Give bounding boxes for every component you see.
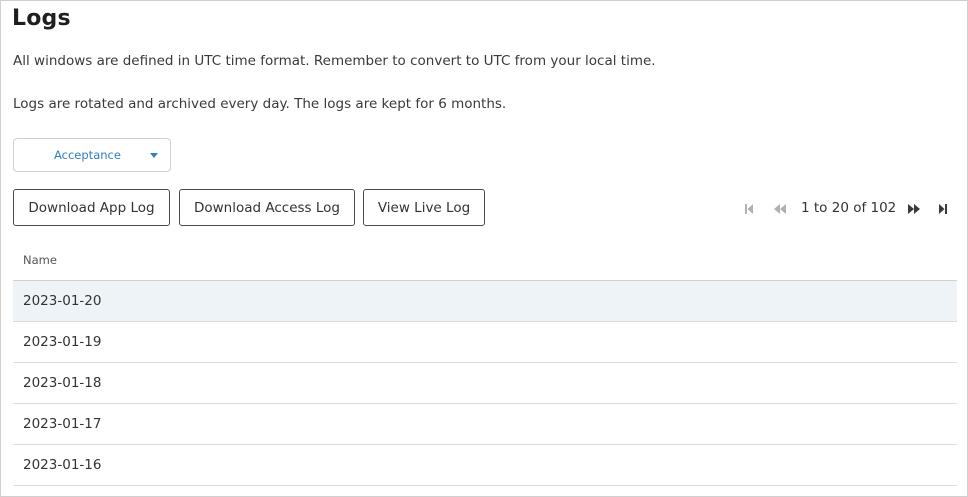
previous-page-icon[interactable]	[773, 201, 787, 217]
table-header: Name	[13, 240, 957, 281]
next-page-icon[interactable]	[907, 201, 921, 217]
environment-select-value: Acceptance	[54, 148, 121, 162]
table-cell-name: 2023-01-18	[23, 375, 102, 391]
logs-panel: Logs All windows are defined in UTC time…	[0, 0, 968, 497]
download-app-log-button[interactable]: Download App Log	[13, 189, 170, 226]
last-page-icon[interactable]	[938, 201, 948, 217]
table-row[interactable]: 2023-01-20	[13, 281, 957, 322]
table-cell-name: 2023-01-19	[23, 334, 102, 350]
first-page-icon[interactable]	[744, 201, 754, 217]
column-header-name[interactable]: Name	[23, 253, 57, 267]
download-access-log-button[interactable]: Download Access Log	[179, 189, 355, 226]
logs-table: Name 2023-01-20 2023-01-19 2023-01-18 20…	[13, 240, 957, 486]
table-cell-name: 2023-01-16	[23, 457, 102, 473]
table-cell-name: 2023-01-17	[23, 416, 102, 432]
view-live-log-button[interactable]: View Live Log	[363, 189, 485, 226]
rotation-info-text: Logs are rotated and archived every day.…	[13, 96, 507, 112]
utc-info-text: All windows are defined in UTC time form…	[13, 53, 656, 69]
table-row[interactable]: 2023-01-17	[13, 404, 957, 445]
table-row[interactable]: 2023-01-18	[13, 363, 957, 404]
table-row[interactable]: 2023-01-16	[13, 445, 957, 486]
environment-select[interactable]: Acceptance	[13, 138, 171, 172]
page-title: Logs	[12, 6, 71, 31]
table-cell-name: 2023-01-20	[23, 293, 102, 309]
table-row[interactable]: 2023-01-19	[13, 322, 957, 363]
caret-down-icon	[150, 153, 158, 158]
pagination-summary: 1 to 20 of 102	[801, 200, 897, 216]
